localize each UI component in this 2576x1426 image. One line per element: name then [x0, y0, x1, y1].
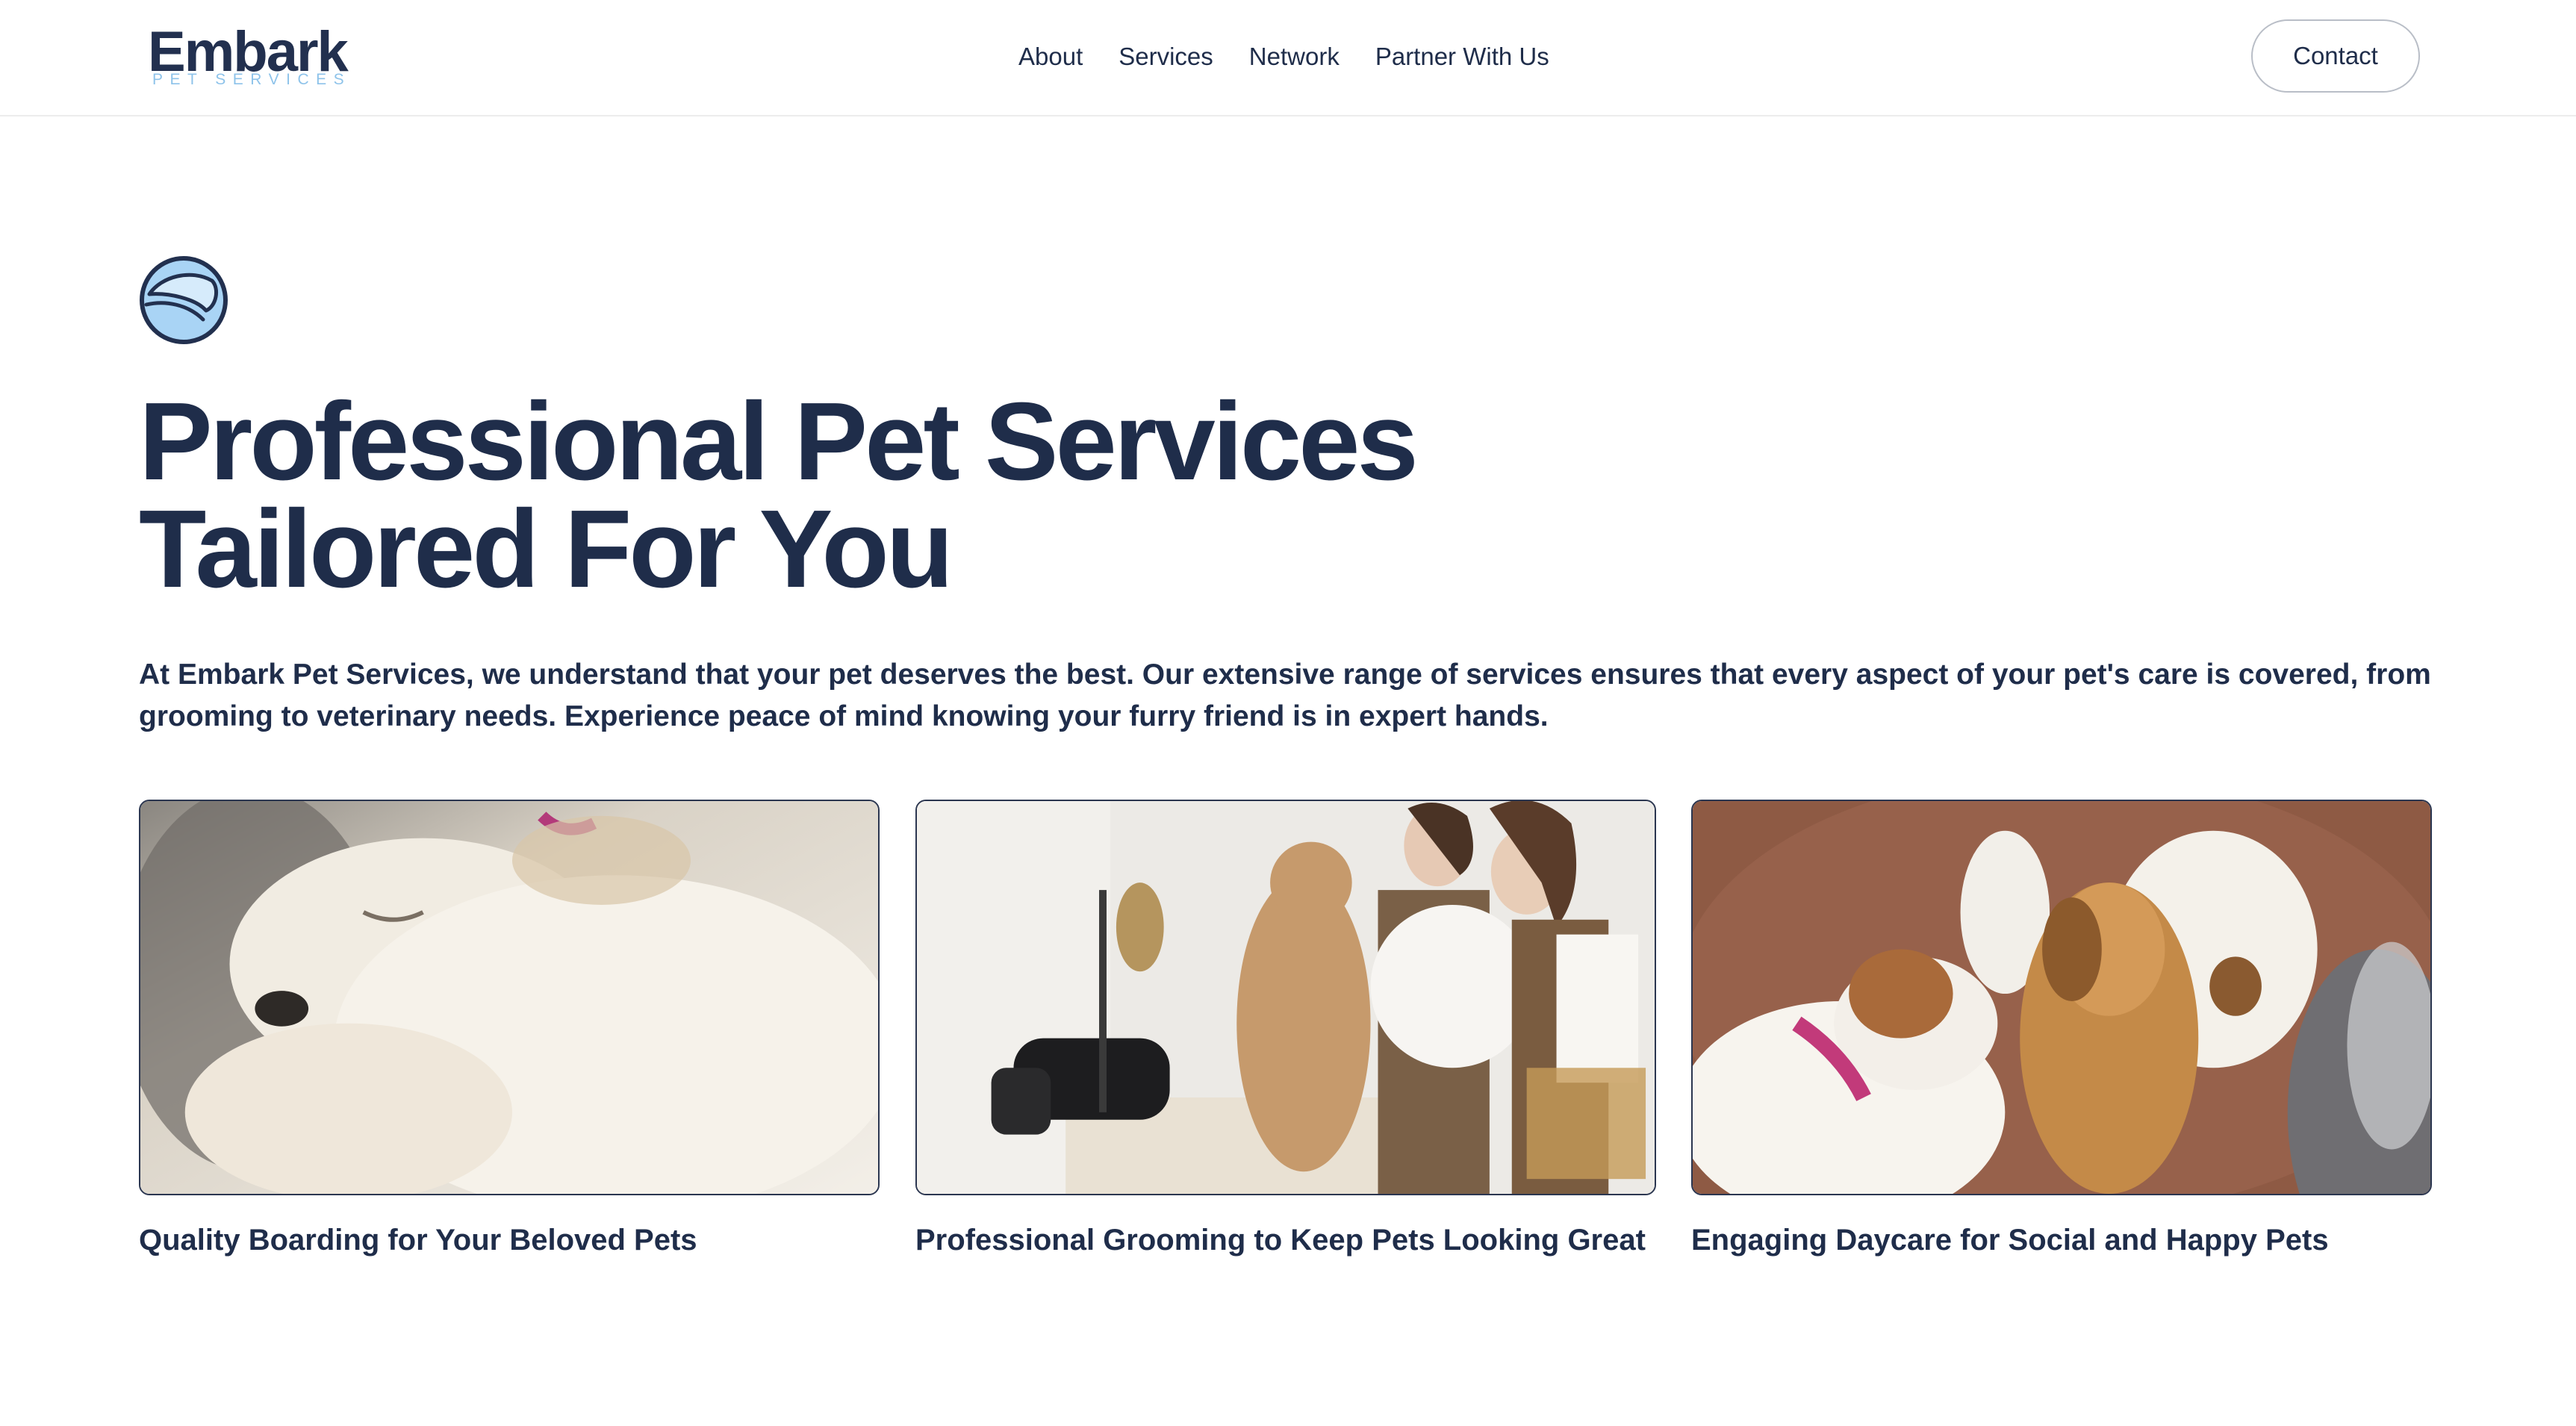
site-header: Embark PET SERVICES About Services Netwo… — [0, 0, 2576, 116]
service-caption: Engaging Daycare for Social and Happy Pe… — [1691, 1224, 2329, 1257]
tennis-ball-icon — [139, 255, 228, 345]
sleeping-dog-photo — [139, 800, 880, 1195]
contact-button[interactable]: Contact — [2251, 19, 2420, 93]
service-card-grooming[interactable]: Professional Grooming to Keep Pets Looki… — [915, 800, 1656, 1260]
nav-link-about[interactable]: About — [1018, 43, 1083, 71]
hero-title-line-1: Professional Pet Services — [139, 380, 1419, 503]
brand-logo[interactable]: Embark PET SERVICES — [148, 22, 349, 91]
grooming-poodle-photo — [915, 800, 1656, 1195]
brand-tagline: PET SERVICES — [152, 71, 352, 88]
nav-link-network[interactable]: Network — [1249, 43, 1340, 71]
service-caption: Professional Grooming to Keep Pets Looki… — [915, 1224, 1646, 1257]
service-caption: Quality Boarding for Your Beloved Pets — [139, 1224, 697, 1257]
hero-title-line-2: Tailored For You — [139, 488, 953, 611]
main-nav: About Services Network Partner With Us — [1018, 39, 1549, 75]
dogs-playing-photo — [1691, 800, 2432, 1195]
hero-description: At Embark Pet Services, we understand th… — [139, 658, 2431, 732]
service-card-boarding[interactable]: Quality Boarding for Your Beloved Pets — [139, 800, 880, 1260]
nav-link-services[interactable]: Services — [1119, 43, 1213, 71]
nav-link-partner[interactable]: Partner With Us — [1375, 43, 1549, 71]
hero-title: Professional Pet Services Tailored For Y… — [139, 380, 1931, 611]
service-card-daycare[interactable]: Engaging Daycare for Social and Happy Pe… — [1691, 800, 2432, 1260]
